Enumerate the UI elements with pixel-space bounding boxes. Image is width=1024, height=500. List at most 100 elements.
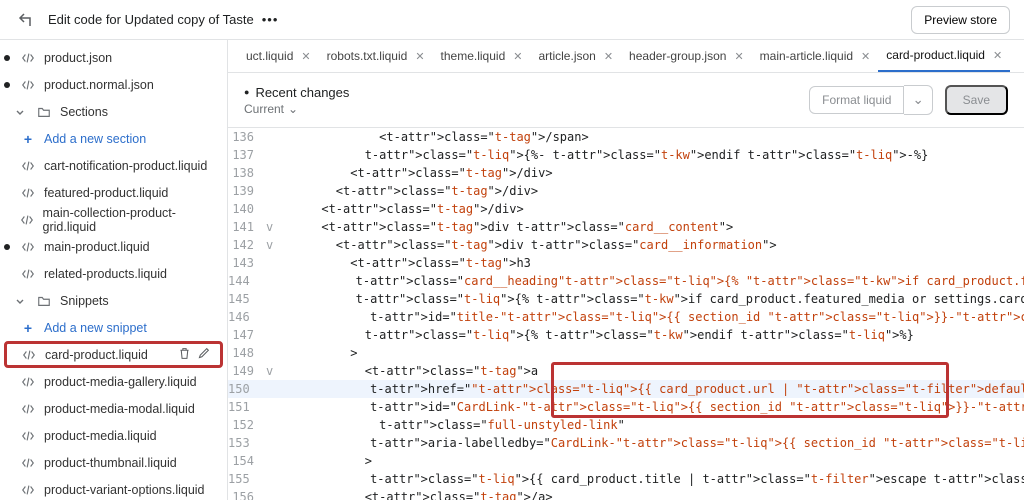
plus-icon: + — [20, 131, 36, 147]
tab[interactable]: header-group.json✕ — [621, 40, 752, 72]
sidebar-file[interactable]: product.json — [0, 44, 227, 71]
sidebar-file[interactable]: product-media.liquid — [0, 422, 227, 449]
toolbar: Recent changes Current ⌄ Format liquid ⌄… — [228, 72, 1024, 128]
line-number: 143 — [228, 254, 266, 272]
sidebar-section-sections[interactable]: Sections — [0, 98, 227, 125]
close-icon[interactable]: ✕ — [301, 50, 310, 63]
code-line[interactable]: 148 > — [228, 344, 1024, 362]
code-icon — [20, 186, 36, 200]
close-icon[interactable]: ✕ — [734, 50, 743, 63]
code-icon — [20, 483, 36, 497]
close-icon[interactable]: ✕ — [513, 50, 522, 63]
line-number: 152 — [228, 416, 266, 434]
back-icon[interactable] — [14, 8, 38, 32]
sidebar-file[interactable]: product.normal.json — [0, 71, 227, 98]
folder-icon — [36, 294, 52, 308]
sidebar-file[interactable]: main-product.liquid — [0, 233, 227, 260]
recent-changes-label: Recent changes — [244, 85, 349, 100]
code-icon — [21, 348, 37, 362]
chevron-down-icon — [12, 296, 28, 306]
code-icon — [20, 51, 36, 65]
code-line[interactable]: 139 <t-attr">class="t-tag">/div> — [228, 182, 1024, 200]
code-line[interactable]: 144 t-attr">class="card__heading"t-attr"… — [228, 272, 1024, 290]
tab[interactable]: article.json✕ — [530, 40, 621, 72]
line-number: 137 — [228, 146, 266, 164]
format-liquid-dropdown[interactable]: ⌄ — [904, 85, 932, 115]
code-line[interactable]: 153 t-attr">aria-labelledby="CardLink-"t… — [228, 434, 1024, 452]
code-line[interactable]: 154 > — [228, 452, 1024, 470]
sidebar: product.jsonproduct.normal.jsonSections+… — [0, 40, 228, 500]
sidebar-file[interactable]: product-variant-options.liquid — [0, 476, 227, 500]
current-dropdown[interactable]: Current ⌄ — [244, 102, 349, 116]
format-liquid-button[interactable]: Format liquid — [809, 86, 904, 114]
tab[interactable]: card-product.liquid✕ — [878, 40, 1010, 72]
line-number: 151 — [228, 398, 262, 416]
close-icon[interactable]: ✕ — [993, 49, 1002, 62]
line-number: 148 — [228, 344, 266, 362]
line-number: 153 — [228, 434, 262, 452]
line-number: 141 — [228, 218, 266, 236]
delete-icon[interactable] — [178, 347, 191, 363]
tab[interactable]: robots.txt.liquid✕ — [319, 40, 433, 72]
code-line[interactable]: 141v <t-attr">class="t-tag">div t-attr">… — [228, 218, 1024, 236]
highlight-box — [551, 362, 949, 418]
close-icon[interactable]: ✕ — [861, 50, 870, 63]
sidebar-file[interactable]: product-media-modal.liquid — [0, 395, 227, 422]
line-number: 150 — [228, 380, 262, 398]
code-line[interactable]: 155 t-attr">class="t-liq">{{ card_produc… — [228, 470, 1024, 488]
add-section-button[interactable]: +Add a new section — [0, 125, 227, 152]
code-line[interactable]: 137 t-attr">class="t-liq">{%- t-attr">cl… — [228, 146, 1024, 164]
code-icon — [20, 213, 35, 227]
preview-store-button[interactable]: Preview store — [911, 6, 1010, 34]
code-icon — [20, 429, 36, 443]
code-line[interactable]: 142v <t-attr">class="t-tag">div t-attr">… — [228, 236, 1024, 254]
code-icon — [20, 267, 36, 281]
sidebar-file[interactable]: main-collection-product-grid.liquid — [0, 206, 227, 233]
code-line[interactable]: 152 t-attr">class="full-unstyled-link" — [228, 416, 1024, 434]
line-number: 139 — [228, 182, 266, 200]
tab[interactable]: theme.liquid✕ — [433, 40, 531, 72]
add-snippet-button[interactable]: +Add a new snippet — [0, 314, 227, 341]
code-line[interactable]: 146 t-attr">id="title-"t-attr">class="t-… — [228, 308, 1024, 326]
tab[interactable]: main-article.liquid✕ — [752, 40, 879, 72]
line-number: 144 — [228, 272, 262, 290]
code-line[interactable]: 156 <t-attr">class="t-tag">/a> — [228, 488, 1024, 500]
folder-icon — [36, 105, 52, 119]
line-number: 155 — [228, 470, 262, 488]
editor: uct.liquid✕robots.txt.liquid✕theme.liqui… — [228, 40, 1024, 500]
sidebar-file[interactable]: related-products.liquid — [0, 260, 227, 287]
sidebar-file-selected[interactable]: card-product.liquid — [4, 341, 223, 368]
close-icon[interactable]: ✕ — [415, 50, 424, 63]
line-number: 138 — [228, 164, 266, 182]
line-number: 136 — [228, 128, 266, 146]
rename-icon[interactable] — [197, 347, 210, 363]
code-line[interactable]: 140 <t-attr">class="t-tag">/div> — [228, 200, 1024, 218]
code-line[interactable]: 145 t-attr">class="t-liq">{% t-attr">cla… — [228, 290, 1024, 308]
sidebar-section-snippets[interactable]: Snippets — [0, 287, 227, 314]
close-icon[interactable]: ✕ — [604, 50, 613, 63]
code-area[interactable]: 136 <t-attr">class="t-tag">/span>137 t-a… — [228, 128, 1024, 500]
code-line[interactable]: 147 t-attr">class="t-liq">{% t-attr">cla… — [228, 326, 1024, 344]
sidebar-file[interactable]: cart-notification-product.liquid — [0, 152, 227, 179]
tabs: uct.liquid✕robots.txt.liquid✕theme.liqui… — [228, 40, 1024, 72]
line-number: 156 — [228, 488, 266, 500]
sidebar-file[interactable]: product-thumbnail.liquid — [0, 449, 227, 476]
code-icon — [20, 456, 36, 470]
code-line[interactable]: 138 <t-attr">class="t-tag">/div> — [228, 164, 1024, 182]
code-line[interactable]: 136 <t-attr">class="t-tag">/span> — [228, 128, 1024, 146]
sidebar-file[interactable]: product-media-gallery.liquid — [0, 368, 227, 395]
save-button[interactable]: Save — [945, 85, 1008, 115]
plus-icon: + — [20, 320, 36, 336]
code-icon — [20, 240, 36, 254]
line-number: 142 — [228, 236, 266, 254]
line-number: 145 — [228, 290, 262, 308]
code-line[interactable]: 143 <t-attr">class="t-tag">h3 — [228, 254, 1024, 272]
code-icon — [20, 159, 36, 173]
page-title: Edit code for Updated copy of Taste — [48, 12, 254, 27]
line-number: 154 — [228, 452, 266, 470]
tab[interactable]: uct.liquid✕ — [238, 40, 319, 72]
line-number: 140 — [228, 200, 266, 218]
line-number: 146 — [228, 308, 262, 326]
sidebar-file[interactable]: featured-product.liquid — [0, 179, 227, 206]
more-icon[interactable]: ••• — [262, 12, 279, 27]
